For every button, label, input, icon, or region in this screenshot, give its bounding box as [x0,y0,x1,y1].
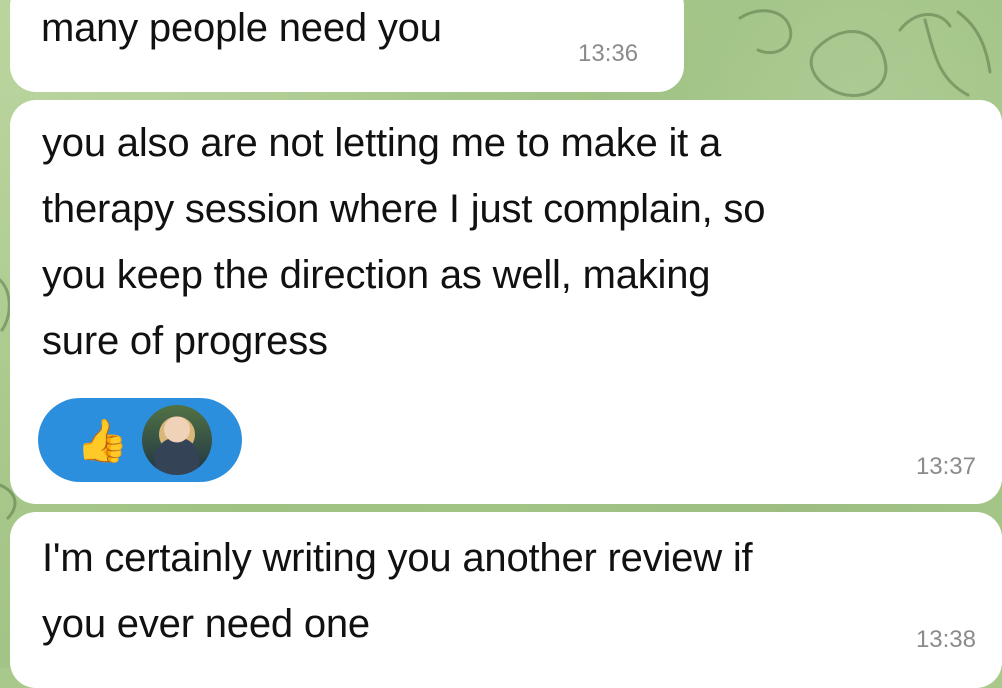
message-bubble-2: you also are not letting me to make it a… [10,100,1002,504]
message-time-3: 13:38 [915,626,976,653]
message-time-2: 13:37 [915,453,976,480]
message-text-1: many people need you [41,6,442,50]
thumbs-up-icon: 👍 [76,417,129,464]
message-bubble-3: I'm certainly writing you another review… [10,512,1002,688]
message-text-3: I'm certainly writing you another review… [42,536,753,646]
message-bubble-1: many people need you 13:36 [10,0,684,92]
message-time-1: 13:36 [578,40,639,67]
reaction-pill[interactable]: 👍 [38,398,242,482]
reactor-avatar [142,405,212,475]
message-text-2: you also are not letting me to make it a… [42,121,766,363]
